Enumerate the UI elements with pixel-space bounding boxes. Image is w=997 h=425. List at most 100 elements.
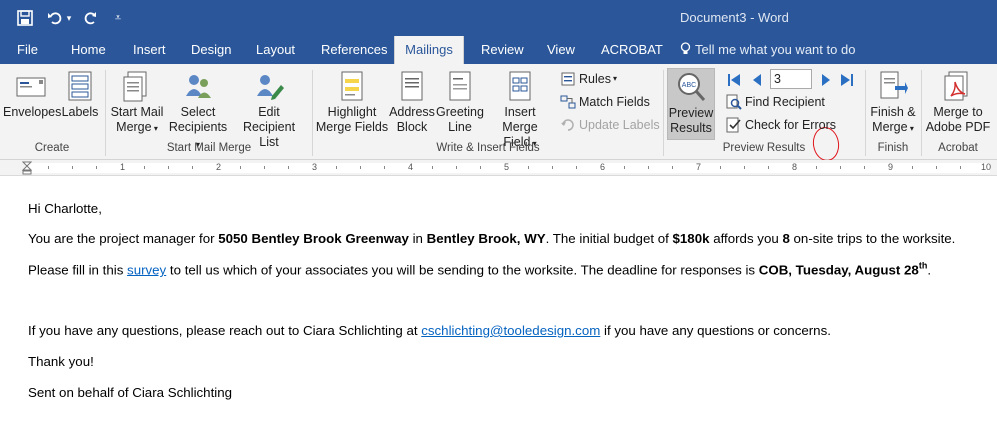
- tab-layout[interactable]: Layout: [254, 36, 297, 64]
- tab-mailings[interactable]: Mailings: [394, 36, 464, 64]
- edit-list-icon: [254, 70, 284, 102]
- group-create-label: Create: [34, 142, 70, 154]
- customize-qat-icon[interactable]: ⩡: [112, 8, 124, 28]
- ruler-number: 3: [312, 162, 318, 172]
- horizontal-ruler: 1 2 3 4 5 6 7 8 9 10: [0, 160, 997, 176]
- ruler-number: 2: [216, 162, 222, 172]
- tab-acrobat[interactable]: ACROBAT: [599, 36, 665, 64]
- tab-design[interactable]: Design: [189, 36, 233, 64]
- ruler-number: 6: [600, 162, 606, 172]
- ruler-tick: [240, 166, 241, 169]
- ruler-number: 8: [792, 162, 798, 172]
- undo-icon[interactable]: [46, 8, 64, 28]
- next-record-icon[interactable]: [820, 73, 832, 87]
- group-finish-label: Finish: [877, 142, 909, 154]
- preview-results-button[interactable]: ABC Preview Results: [667, 68, 715, 140]
- tab-references[interactable]: References: [319, 36, 389, 64]
- greeting-line2: Line: [448, 120, 472, 134]
- save-icon[interactable]: [16, 8, 34, 28]
- ruler-tick: [456, 166, 457, 169]
- ruler-tick: [912, 166, 913, 169]
- ruler-tick: [432, 166, 433, 169]
- greeting-line-button[interactable]: Greeting Line: [436, 70, 484, 135]
- preview-results-line2: Results: [670, 121, 712, 135]
- select-recipients-button[interactable]: Select Recipients ▾: [166, 70, 230, 152]
- ribbon-tabs: File Home Insert Design Layout Reference…: [0, 36, 997, 64]
- signoff-paragraph: Sent on behalf of Ciara Schlichting: [28, 385, 233, 400]
- check-for-errors-button[interactable]: Check for Errors: [726, 115, 836, 135]
- ruler-tick: [72, 166, 73, 169]
- match-fields-button[interactable]: Match Fields: [560, 92, 650, 112]
- mail-merge-doc-icon: [122, 70, 152, 102]
- highlight-merge-fields-button[interactable]: Highlight Merge Fields: [315, 70, 389, 135]
- last-record-icon[interactable]: [840, 73, 854, 87]
- update-labels-button[interactable]: Update Labels: [560, 115, 660, 135]
- record-number-input[interactable]: [770, 69, 812, 89]
- undo-dropdown-icon[interactable]: ▾: [64, 8, 74, 28]
- ruler-tick: [840, 166, 841, 169]
- ruler-tick: [360, 166, 361, 169]
- start-mail-merge-button[interactable]: Start Mail Merge ▾: [109, 70, 165, 136]
- text-run: Please fill in this: [28, 262, 128, 278]
- envelopes-button[interactable]: Envelopes: [3, 70, 61, 120]
- ruler-tick: [960, 166, 961, 169]
- edit-recipient-list-button[interactable]: Edit Recipient List: [232, 70, 306, 150]
- trip-count: 8: [782, 231, 790, 246]
- document-canvas[interactable]: Hi Charlotte, You are the project manage…: [0, 176, 997, 425]
- group-start-mail-merge-label: Start Mail Merge: [166, 142, 252, 154]
- survey-link[interactable]: survey: [127, 262, 166, 277]
- first-record-icon[interactable]: [727, 73, 741, 87]
- update-labels-label: Update Labels: [579, 118, 660, 132]
- finish-merge-icon: [878, 70, 908, 102]
- ribbon-mailings: Envelopes Labels Create Start Mail Merge…: [0, 64, 997, 163]
- find-recipient-label: Find Recipient: [745, 95, 825, 109]
- update-labels-icon: [560, 117, 576, 133]
- highlight-line1: Highlight: [327, 105, 377, 119]
- tab-file[interactable]: File: [15, 36, 40, 64]
- project-name: 5050 Bentley Brook Greenway: [218, 231, 409, 246]
- budget-amount: $180k: [672, 231, 710, 246]
- acrobat-line1: Merge to: [933, 105, 983, 119]
- tab-home[interactable]: Home: [69, 36, 108, 64]
- match-fields-icon: [560, 94, 576, 110]
- svg-text:ABC: ABC: [682, 82, 696, 89]
- text-run: if you have any questions or concerns.: [600, 323, 831, 338]
- find-recipient-icon: [726, 94, 742, 110]
- tell-me-box[interactable]: Tell me what you want to do: [680, 36, 855, 64]
- labels-button[interactable]: Labels: [60, 70, 100, 120]
- find-recipient-button[interactable]: Find Recipient: [726, 92, 825, 112]
- ruler-number: 10: [981, 162, 992, 172]
- rules-button[interactable]: Rules ▾: [560, 69, 617, 89]
- text-run: .: [927, 262, 932, 278]
- tab-view[interactable]: View: [545, 36, 577, 64]
- check-errors-label: Check for Errors: [745, 118, 836, 132]
- ruler-tick: [96, 166, 97, 169]
- address-block-button[interactable]: Address Block: [389, 70, 435, 135]
- project-location: Bentley Brook, WY: [426, 231, 546, 246]
- labels-label: Labels: [61, 105, 99, 119]
- address-block-icon: [397, 70, 427, 102]
- merge-to-adobe-pdf-button[interactable]: Merge to Adobe PDF: [924, 70, 992, 135]
- ruler-tick: [552, 166, 553, 169]
- ruler-number: 7: [696, 162, 702, 172]
- finish-merge-button[interactable]: Finish & Merge ▾: [868, 70, 918, 136]
- ruler-tick: [480, 166, 481, 169]
- address-block-line1: Address: [389, 105, 435, 119]
- ruler-tick: [576, 166, 577, 169]
- text-run: on-site trips to the worksite.: [789, 231, 956, 246]
- chevron-down-icon: ▾: [151, 124, 158, 133]
- email-link[interactable]: cschlichting@tooledesign.com: [421, 323, 600, 338]
- tab-insert[interactable]: Insert: [131, 36, 168, 64]
- people-icon: [183, 70, 213, 102]
- highlight-doc-icon: [337, 70, 367, 102]
- previous-record-icon[interactable]: [751, 73, 763, 87]
- ruler-tick: [336, 166, 337, 169]
- tab-review[interactable]: Review: [479, 36, 526, 64]
- insert-merge-field-button[interactable]: Insert Merge Field ▾: [485, 70, 555, 151]
- group-write-insert-label: Write & Insert Fields: [436, 142, 540, 154]
- ruler-number: 9: [888, 162, 894, 172]
- project-paragraph: You are the project manager for 5050 Ben…: [28, 231, 955, 246]
- indent-marker-icon[interactable]: [21, 161, 33, 175]
- redo-icon[interactable]: [82, 8, 100, 28]
- group-acrobat-label: Acrobat: [938, 142, 978, 154]
